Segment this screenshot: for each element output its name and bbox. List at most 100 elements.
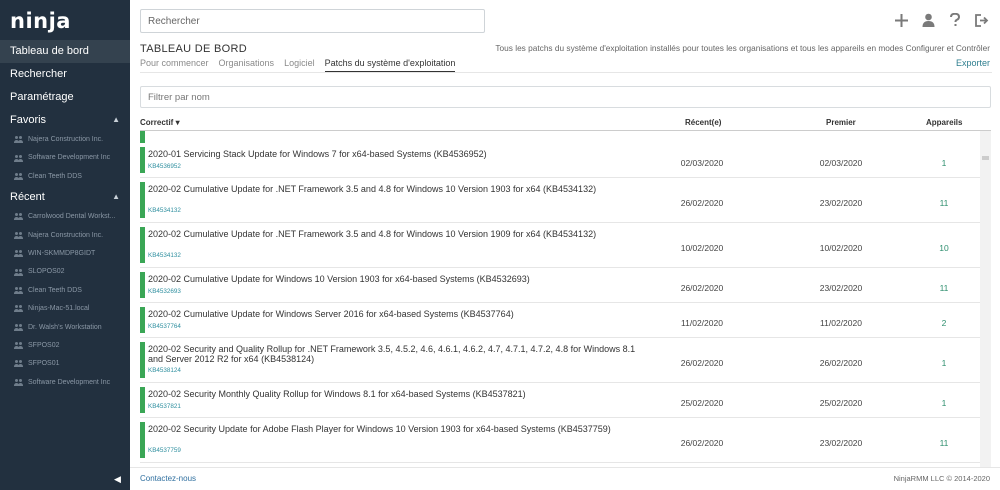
add-icon[interactable] bbox=[893, 12, 909, 28]
status-bar bbox=[140, 422, 145, 458]
kb-link[interactable]: KB4537759 bbox=[148, 447, 181, 454]
users-icon bbox=[14, 213, 24, 221]
kb-link[interactable]: KB4532693 bbox=[148, 288, 181, 295]
status-bar bbox=[140, 387, 145, 413]
recent-item[interactable]: SFPOS02 bbox=[0, 337, 130, 355]
column-header-recent[interactable]: Récent(e) bbox=[685, 118, 721, 127]
device-count[interactable]: 11 bbox=[929, 198, 959, 208]
column-header-patch[interactable]: Correctif ▾ bbox=[140, 118, 180, 127]
table-row[interactable]: 2020-02 Security Update for Adobe Flash … bbox=[140, 418, 980, 463]
scrollbar-thumb[interactable] bbox=[982, 156, 989, 160]
recent-date: 25/02/2020 bbox=[680, 398, 724, 408]
help-icon[interactable] bbox=[947, 12, 963, 28]
users-icon bbox=[14, 286, 24, 295]
table-row[interactable]: 2020-02 Cumulative Update for Windows 10… bbox=[140, 268, 980, 303]
recent-item[interactable]: Najera Construction Inc. bbox=[0, 227, 130, 245]
recent-date: 11/02/2020 bbox=[681, 318, 723, 328]
chevron-up-icon: ▲ bbox=[112, 115, 120, 124]
table-row[interactable]: 2020-02 Cumulative Update for .NET Frame… bbox=[140, 223, 980, 268]
recent-date: 26/02/2020 bbox=[680, 438, 724, 448]
patch-name: 2020-01 Servicing Stack Update for Windo… bbox=[148, 149, 487, 159]
tab-software[interactable]: Logiciel bbox=[284, 58, 315, 72]
favorite-item[interactable]: Software Development Inc bbox=[0, 149, 130, 167]
patch-name: 2020-02 Cumulative Update for .NET Frame… bbox=[148, 184, 597, 194]
users-icon bbox=[14, 136, 24, 144]
recent-item[interactable]: Software Development Inc bbox=[0, 374, 130, 392]
favorites-list: Najera Construction Inc. Software Develop… bbox=[0, 131, 130, 186]
nav-item-dashboard[interactable]: Tableau de bord bbox=[0, 40, 130, 63]
recent-item-label: Carrolwood Dental Workst... bbox=[28, 213, 116, 221]
kb-link[interactable]: KB4538124 bbox=[148, 367, 181, 374]
tab-organizations[interactable]: Organisations bbox=[219, 58, 275, 72]
tab-getting-started[interactable]: Pour commencer bbox=[140, 58, 209, 72]
collapse-sidebar-icon[interactable]: ◀ bbox=[114, 474, 122, 484]
patch-name: 2020-02 Security Update for Adobe Flash … bbox=[148, 424, 611, 434]
favorite-item[interactable]: Najera Construction Inc. bbox=[0, 131, 130, 149]
table-scrollbar[interactable] bbox=[980, 131, 991, 467]
recent-item[interactable]: Clean Teeth DDS bbox=[0, 282, 130, 300]
export-link[interactable]: Exporter bbox=[956, 58, 990, 68]
recent-item[interactable]: SFPOS01 bbox=[0, 355, 130, 373]
kb-link[interactable]: KB4534132 bbox=[148, 252, 181, 259]
tab-os-patches[interactable]: Patchs du système d'exploitation bbox=[324, 58, 456, 72]
recent-section-header[interactable]: Récent ▲ bbox=[0, 186, 130, 208]
table-row[interactable]: 2020-02 Cumulative Update for .NET Frame… bbox=[140, 178, 980, 223]
kb-link[interactable]: KB4534132 bbox=[148, 207, 181, 214]
global-search-input[interactable] bbox=[140, 9, 485, 33]
first-date: 23/02/2020 bbox=[819, 198, 863, 208]
device-count[interactable]: 11 bbox=[929, 283, 959, 293]
recent-item[interactable]: Dr. Walsh's Workstation bbox=[0, 319, 130, 337]
page-title: TABLEAU DE BORD bbox=[140, 43, 247, 55]
users-icon bbox=[14, 342, 24, 350]
ninja-logo[interactable]: ninja bbox=[0, 0, 130, 40]
table-row[interactable]: 2020-02 Cumulative Update for Windows Se… bbox=[140, 303, 980, 338]
status-bar bbox=[140, 147, 145, 173]
recent-item[interactable]: SLOPOS02 bbox=[0, 263, 130, 281]
column-header-devices[interactable]: Appareils bbox=[926, 118, 962, 127]
kb-link[interactable]: KB4537821 bbox=[148, 403, 181, 410]
logout-icon[interactable] bbox=[974, 12, 990, 28]
table-row[interactable]: 2020-01 Servicing Stack Update for Windo… bbox=[140, 143, 980, 178]
device-count[interactable]: 1 bbox=[929, 398, 959, 408]
user-icon[interactable] bbox=[920, 12, 936, 28]
recent-date: 26/02/2020 bbox=[680, 358, 724, 368]
device-count[interactable]: 10 bbox=[929, 243, 959, 253]
favorite-item-label: Clean Teeth DDS bbox=[28, 172, 82, 180]
users-icon bbox=[14, 250, 24, 258]
recent-item-label: SFPOS02 bbox=[28, 341, 60, 349]
users-icon bbox=[14, 305, 24, 313]
table-row[interactable]: 2020-02 Security and Quality Rollup for … bbox=[140, 338, 980, 383]
copyright-text: NinjaRMM LLC © 2014-2020 bbox=[893, 474, 990, 483]
device-count[interactable]: 2 bbox=[929, 318, 959, 328]
kb-link[interactable]: KB4537764 bbox=[148, 323, 181, 330]
favorite-item-label: Najera Construction Inc. bbox=[28, 136, 104, 143]
recent-item-label: SLOPOS02 bbox=[28, 268, 65, 276]
recent-item[interactable]: Carrolwood Dental Workst... bbox=[0, 208, 130, 226]
kb-link[interactable]: KB4536952 bbox=[148, 163, 181, 170]
device-count[interactable]: 11 bbox=[929, 438, 959, 448]
device-count[interactable]: 1 bbox=[929, 358, 959, 368]
patch-table-body: 2020-01 Servicing Stack Update for Windo… bbox=[140, 131, 980, 467]
recent-item[interactable]: Ninjas-Mac-51.local bbox=[0, 300, 130, 318]
first-date: 11/02/2020 bbox=[820, 318, 862, 328]
recent-item[interactable]: WIN-SKMMDP8GIDT bbox=[0, 245, 130, 263]
users-icon bbox=[14, 323, 24, 332]
favorite-item[interactable]: Clean Teeth DDS bbox=[0, 168, 130, 186]
table-row-partial[interactable] bbox=[140, 131, 980, 143]
contact-us-link[interactable]: Contactez-nous bbox=[140, 474, 196, 483]
patch-name: 2020-02 Cumulative Update for Windows Se… bbox=[148, 309, 514, 319]
nav-item-search[interactable]: Rechercher bbox=[0, 63, 130, 86]
nav-item-settings[interactable]: Paramétrage bbox=[0, 86, 130, 109]
top-toolbar bbox=[893, 12, 990, 28]
footer-divider bbox=[130, 467, 1000, 468]
status-bar bbox=[140, 272, 145, 298]
recent-item-label: Ninjas-Mac-51.local bbox=[28, 305, 90, 313]
recent-label: Récent bbox=[10, 191, 45, 204]
status-bar bbox=[140, 342, 145, 378]
favorites-section-header[interactable]: Favoris ▲ bbox=[0, 109, 130, 131]
recent-date: 26/02/2020 bbox=[680, 283, 724, 293]
device-count[interactable]: 1 bbox=[929, 158, 959, 168]
table-row[interactable]: 2020-02 Security Monthly Quality Rollup … bbox=[140, 383, 980, 418]
filter-by-name-input[interactable] bbox=[140, 86, 991, 108]
column-header-first[interactable]: Premier bbox=[826, 118, 856, 127]
